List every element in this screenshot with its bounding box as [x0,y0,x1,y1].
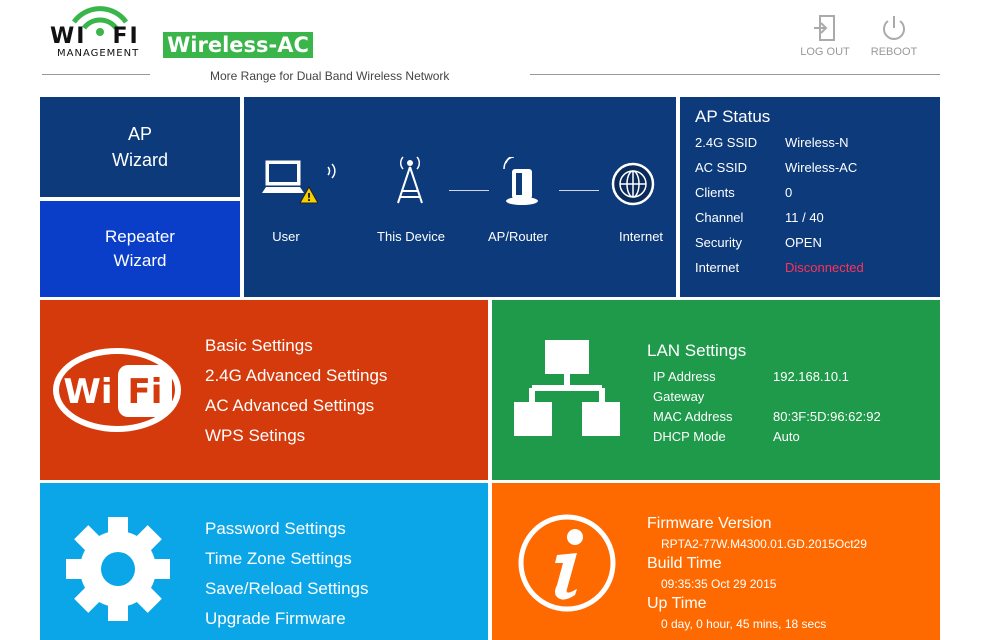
tagline: More Range for Dual Band Wireless Networ… [210,69,450,83]
svg-text:Fi: Fi [128,372,163,412]
build-time-value: 09:35:35 Oct 29 2015 [661,577,777,591]
menu-basic-settings[interactable]: Basic Settings [205,331,387,361]
topology-link-2 [559,190,599,191]
logo-text: WI FI [50,24,140,49]
ap-wizard-label: AP Wizard [111,124,168,170]
menu-time-zone-settings[interactable]: Time Zone Settings [205,544,369,574]
header: WI FI MANAGEMENT Wireless-AC More Range f… [0,0,1000,92]
menu-upgrade-firmware[interactable]: Upgrade Firmware [205,604,369,634]
svg-text:Wi: Wi [63,372,112,412]
system-settings-tile: Password Settings Time Zone Settings Sav… [40,483,488,640]
menu-24g-advanced-settings[interactable]: 2.4G Advanced Settings [205,361,387,391]
wireless-menu: Basic Settings 2.4G Advanced Settings AC… [205,331,387,451]
reboot-button[interactable]: REBOOT [864,14,924,58]
network-icon [514,340,620,436]
lan-row-gateway: Gateway [653,389,705,404]
info-icon [518,514,616,612]
wifi-badge-icon: Wi Fi [53,348,181,432]
logo-underline [42,74,150,75]
topology-device-label: This Device [377,229,445,244]
internet-status-value: Disconnected [785,260,864,275]
reboot-label: REBOOT [870,46,918,58]
logout-label: LOG OUT [800,46,850,58]
ap-status-title: AP Status [695,107,771,126]
firmware-version-label: Firmware Version [647,515,772,532]
uptime-label: Up Time [647,595,707,612]
ap-wizard-tile[interactable]: AP Wizard [40,97,240,197]
logout-icon [814,15,835,41]
logo-subtitle: MANAGEMENT [57,48,140,59]
topology-internet-label: Internet [618,229,664,244]
system-menu: Password Settings Time Zone Settings Sav… [205,514,369,634]
firmware-info-tile: Firmware Version RPTA2-77W.M4300.01.GD.2… [492,483,940,640]
menu-ac-advanced-settings[interactable]: AC Advanced Settings [205,391,387,421]
router-icon [503,157,538,205]
gear-icon [66,517,170,621]
header-divider [530,74,940,75]
logout-button[interactable]: LOG OUT [795,14,855,58]
signal-waves-icon [327,163,336,179]
lan-settings-title: LAN Settings [647,341,747,360]
topology-user-label: User [272,229,300,244]
lan-details: IP Address 192.168.10.1 Gateway MAC Addre… [653,367,933,447]
firmware-version-value: RPTA2-77W.M4300.01.GD.2015Oct29 [661,537,867,551]
wireless-settings-tile: Wi Fi Basic Settings 2.4G Advanced Setti… [40,300,488,480]
lan-settings-tile[interactable]: LAN Settings IP Address 192.168.10.1 Gate… [492,300,940,480]
antenna-icon [397,156,423,204]
topology-link-1 [449,190,489,191]
menu-save-reload-settings[interactable]: Save/Reload Settings [205,574,369,604]
uptime-value: 0 day, 0 hour, 45 mins, 18 secs [661,617,827,631]
brand-badge: Wireless-AC [163,32,313,58]
lan-row-dhcp: DHCP Mode Auto [653,429,800,444]
globe-icon [611,162,655,206]
laptop-warning-icon: ! [262,160,318,204]
topology-panel: ! User This Device AP/Router Internet [244,97,676,297]
svg-text:!: ! [306,191,311,204]
lan-row-ip: IP Address 192.168.10.1 [653,369,849,384]
power-icon [883,16,905,40]
repeater-wizard-tile[interactable]: Repeater Wizard [40,201,240,297]
repeater-wizard-label: Repeater Wizard [105,227,175,270]
build-time-label: Build Time [647,555,722,572]
menu-password-settings[interactable]: Password Settings [205,514,369,544]
ap-status-panel: AP Status 2.4G SSID Wireless-N AC SSID Wir… [680,97,940,297]
menu-wps-settings[interactable]: WPS Setings [205,421,387,451]
topology-router-label: AP/Router [488,229,548,244]
firmware-details: Firmware Version RPTA2-77W.M4300.01.GD.2… [647,514,867,634]
lan-row-mac: MAC Address 80:3F:5D:96:62:92 [653,409,881,424]
